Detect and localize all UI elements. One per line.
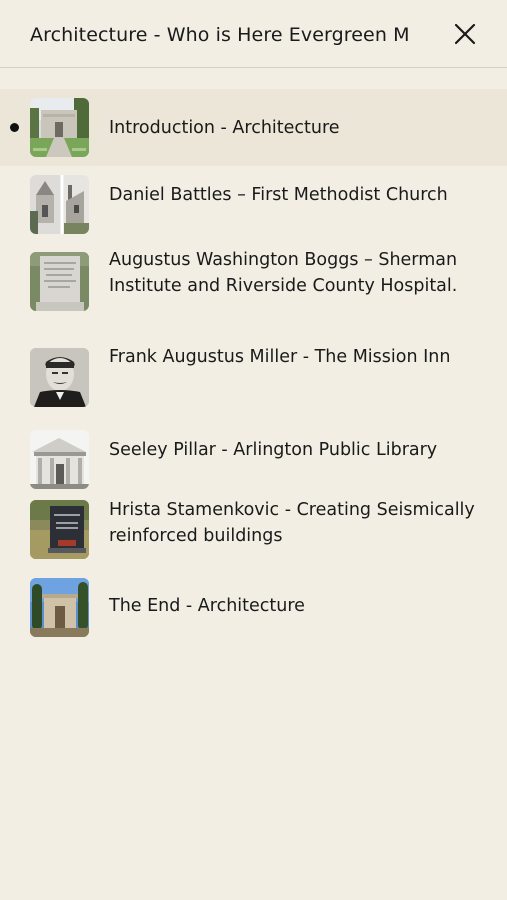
list-item-frank-miller[interactable]: Frank Augustus Miller - The Mission Inn bbox=[0, 341, 507, 421]
list-item-introduction[interactable]: Introduction - Architecture bbox=[0, 89, 507, 166]
list-item-hrista-stamenkovic[interactable]: Hrista Stamenkovic - Creating Seismicall… bbox=[0, 497, 507, 577]
list-item-label: Hrista Stamenkovic - Creating Seismicall… bbox=[109, 500, 475, 546]
mausoleum-photo-thumbnail bbox=[30, 98, 89, 157]
portrait-photo-thumbnail bbox=[30, 348, 89, 407]
close-button[interactable] bbox=[448, 17, 482, 51]
headstone-photo-thumbnail bbox=[30, 500, 89, 559]
header-bar: Architecture - Who is Here Evergreen M bbox=[0, 0, 507, 68]
list-item-the-end[interactable]: The End - Architecture bbox=[0, 577, 507, 653]
list-item-label: Daniel Battles – First Methodist Church bbox=[109, 185, 448, 205]
list-item-label: Seeley Pillar - Arlington Public Library bbox=[109, 440, 438, 460]
list-item-label: Frank Augustus Miller - The Mission Inn bbox=[109, 347, 451, 367]
list-item-label: The End - Architecture bbox=[109, 596, 305, 616]
list-item-augustus-boggs[interactable]: Augustus Washington Boggs – Sherman Inst… bbox=[0, 244, 507, 341]
current-stop-bullet bbox=[10, 123, 19, 132]
mausoleum-trees-photo-thumbnail bbox=[30, 578, 89, 637]
page-title: Architecture - Who is Here Evergreen M bbox=[30, 24, 410, 46]
list-item-label: Introduction - Architecture bbox=[109, 118, 340, 138]
list-item-daniel-battles[interactable]: Daniel Battles – First Methodist Church bbox=[0, 166, 507, 244]
close-icon bbox=[454, 23, 476, 45]
list-item-label: Augustus Washington Boggs – Sherman Inst… bbox=[109, 250, 458, 296]
grave-marker-photo-thumbnail bbox=[30, 252, 89, 311]
church-photo-thumbnail bbox=[30, 175, 89, 234]
stop-list: Introduction - Architecture Daniel Battl… bbox=[0, 89, 507, 653]
library-photo-thumbnail bbox=[30, 430, 89, 489]
list-item-seeley-pillar[interactable]: Seeley Pillar - Arlington Public Library bbox=[0, 421, 507, 497]
